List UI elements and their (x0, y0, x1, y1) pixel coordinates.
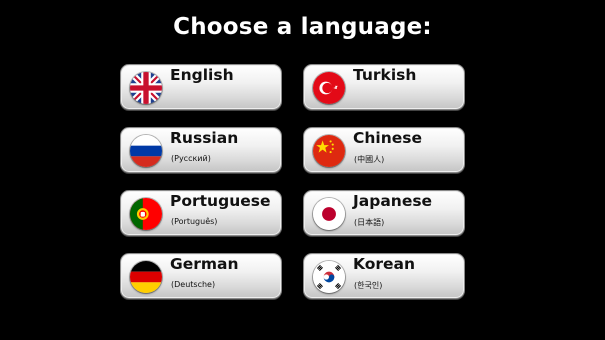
language-name: Russian (170, 129, 239, 147)
portugal-flag-icon (130, 198, 162, 230)
language-button-turkish[interactable]: Turkish (303, 64, 465, 110)
language-button-russian[interactable]: Russian (Русский) (120, 127, 282, 173)
language-native-name: (Português) (171, 217, 218, 226)
language-button-german[interactable]: German (Deutsche) (120, 253, 282, 299)
language-name: Turkish (353, 66, 417, 84)
language-name: German (170, 255, 239, 273)
language-button-korean[interactable]: Korean (한국인) (303, 253, 465, 299)
language-button-portuguese[interactable]: Portuguese (Português) (120, 190, 282, 236)
language-native-name: (Deutsche) (171, 280, 216, 289)
language-native-name: (Русский) (171, 154, 211, 163)
language-native-name: (中國人) (354, 155, 385, 164)
language-name: English (170, 66, 234, 84)
china-flag-icon (313, 135, 345, 167)
language-button-english[interactable]: English (120, 64, 282, 110)
uk-flag-icon (130, 72, 162, 104)
russia-flag-icon (130, 135, 162, 167)
language-button-japanese[interactable]: Japanese (日本語) (303, 190, 465, 236)
language-button-chinese[interactable]: Chinese (中國人) (303, 127, 465, 173)
language-name: Portuguese (170, 192, 271, 210)
language-name: Japanese (353, 192, 433, 210)
language-name: Chinese (353, 129, 423, 147)
japan-flag-icon (313, 198, 345, 230)
turkey-flag-icon (313, 72, 345, 104)
language-native-name: (日本語) (354, 218, 385, 227)
language-name: Korean (353, 255, 416, 273)
language-native-name: (한국인) (354, 281, 383, 290)
korea-flag-icon (313, 261, 345, 293)
page-title: Choose a language: (173, 14, 432, 40)
germany-flag-icon (130, 261, 162, 293)
